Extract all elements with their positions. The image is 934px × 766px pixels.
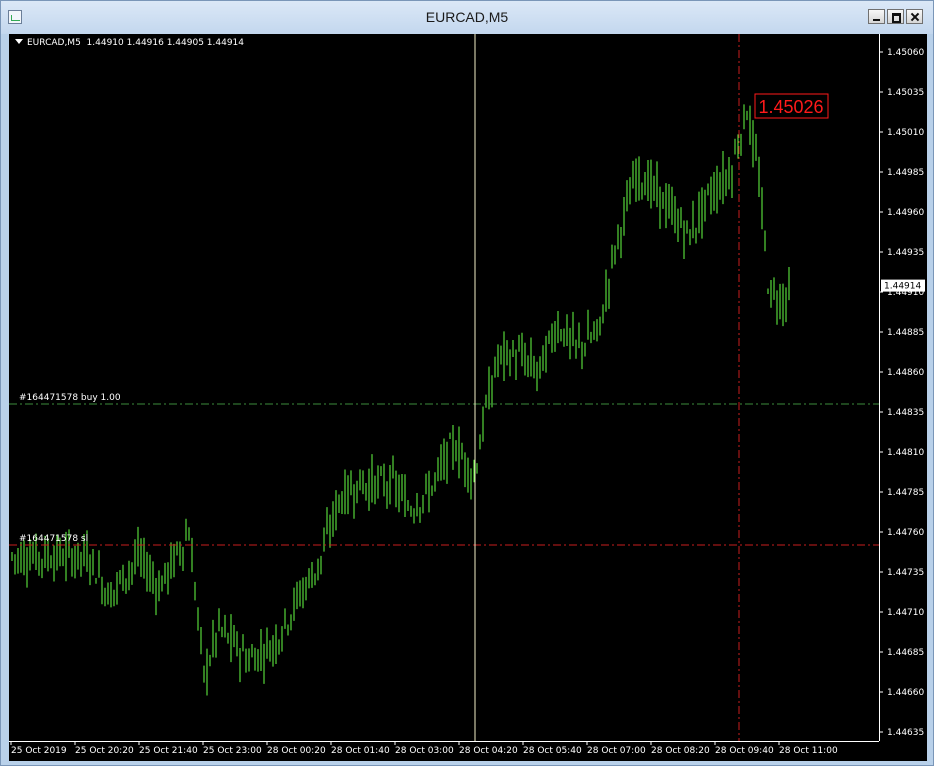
- crosshair-price-label: 1.45026: [758, 97, 823, 117]
- time-tick-label: 28 Oct 04:20: [459, 746, 518, 756]
- time-tick-label: 28 Oct 08:20: [651, 746, 710, 756]
- price-tick-label: 1.44635: [887, 728, 924, 738]
- price-tick-label: 1.45035: [887, 88, 924, 98]
- price-tick-label: 1.44960: [887, 208, 924, 218]
- time-tick-label: 28 Oct 05:40: [523, 746, 582, 756]
- time-tick-label: 28 Oct 11:00: [779, 746, 838, 756]
- price-tick-label: 1.44885: [887, 328, 924, 338]
- buy-order-label: #164471578 buy 1.00: [19, 393, 121, 403]
- time-tick-label: 25 Oct 20:20: [75, 746, 134, 756]
- time-tick-label: 25 Oct 21:40: [139, 746, 198, 756]
- price-tick-label: 1.45060: [887, 48, 924, 58]
- time-tick-label: 25 Oct 23:00: [203, 746, 262, 756]
- chart-window: EURCAD,M5 1.45026 EURCAD,M5 1.44910 1.44…: [0, 0, 934, 766]
- time-tick-label: 28 Oct 09:40: [715, 746, 774, 756]
- dropdown-triangle-icon[interactable]: [15, 39, 23, 44]
- close-button[interactable]: [906, 9, 923, 24]
- time-axis[interactable]: 25 Oct 2019 25 Oct 20:20 25 Oct 21:40 25 Oc…: [9, 741, 927, 761]
- symbol-name: EURCAD,M5: [27, 38, 81, 48]
- price-tick-label: 1.44685: [887, 648, 924, 658]
- window-title: EURCAD,M5: [425, 9, 509, 25]
- current-price-label: 1.44914: [884, 282, 921, 292]
- time-tick-label: 28 Oct 03:00: [395, 746, 454, 756]
- price-tick-label: 1.44985: [887, 168, 924, 178]
- time-tick-label: 28 Oct 07:00: [587, 746, 646, 756]
- price-tick-label: 1.44835: [887, 408, 924, 418]
- stop-loss-label: #164471578 sl: [19, 534, 89, 544]
- candlestick-canvas[interactable]: 1.45026: [9, 34, 879, 741]
- price-tick-label: 1.44860: [887, 368, 924, 378]
- time-tick-label: 25 Oct 2019: [11, 746, 67, 756]
- minimize-button[interactable]: [868, 9, 885, 24]
- price-tick-label: 1.44660: [887, 688, 924, 698]
- price-axis[interactable]: 1.45060 1.45035 1.45010 1.44985 1.44960 1.449…: [879, 34, 927, 741]
- title-bar[interactable]: EURCAD,M5: [1, 1, 933, 34]
- maximize-button[interactable]: [887, 9, 904, 24]
- symbol-info: EURCAD,M5 1.44910 1.44916 1.44905 1.4491…: [15, 38, 244, 48]
- price-tick-label: 1.44810: [887, 448, 924, 458]
- price-chart[interactable]: 1.45026 EURCAD,M5 1.44910 1.44916 1.4490…: [9, 34, 879, 741]
- time-tick-label: 28 Oct 01:40: [331, 746, 390, 756]
- price-tick-label: 1.44760: [887, 528, 924, 538]
- candles-group: [11, 104, 790, 696]
- price-tick-label: 1.44935: [887, 248, 924, 258]
- price-tick-label: 1.45010: [887, 128, 924, 138]
- price-tick-label: 1.44735: [887, 568, 924, 578]
- symbol-ohlc: 1.44910 1.44916 1.44905 1.44914: [86, 38, 244, 48]
- price-tick-label: 1.44785: [887, 488, 924, 498]
- time-tick-label: 28 Oct 00:20: [267, 746, 326, 756]
- price-tick-label: 1.44710: [887, 608, 924, 618]
